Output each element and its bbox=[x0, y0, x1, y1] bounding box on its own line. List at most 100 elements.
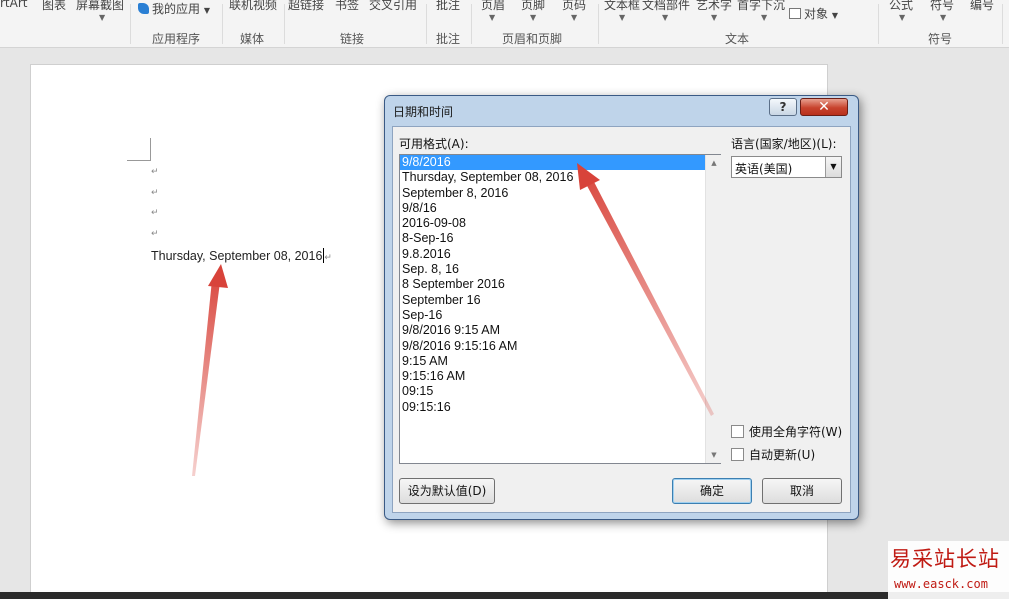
chevron-down-icon: ▼ bbox=[940, 13, 947, 22]
format-list-item[interactable]: 9/8/2016 9:15:16 AM bbox=[400, 339, 705, 354]
chevron-down-icon: ▼ bbox=[662, 13, 669, 22]
set-default-button[interactable]: 设为默认值(D) bbox=[399, 478, 495, 504]
ribbon-object-button[interactable]: 对象 ▼ bbox=[789, 5, 838, 22]
group-label-header-footer: 页眉和页脚 bbox=[502, 32, 563, 46]
inserted-date-text[interactable]: Thursday, September 08, 2016 ↵ bbox=[151, 248, 332, 263]
ribbon-quick-parts-button[interactable]: 文档部件 bbox=[642, 0, 690, 13]
close-button[interactable]: ✕ bbox=[800, 98, 848, 116]
format-list-item[interactable]: 9/8/2016 9:15 AM bbox=[400, 323, 705, 338]
chevron-down-icon: ▼ bbox=[571, 13, 578, 22]
group-separator bbox=[222, 4, 223, 44]
ribbon-page-number-button[interactable]: 页码 bbox=[562, 0, 586, 13]
group-label-apps: 应用程序 bbox=[152, 32, 201, 46]
format-list-item[interactable]: 9:15:16 AM bbox=[400, 369, 705, 384]
ribbon-smartart-button[interactable]: rtArt bbox=[0, 0, 28, 10]
format-list-item[interactable]: 09:15:16 bbox=[400, 400, 705, 415]
group-label-media: 媒体 bbox=[240, 32, 265, 46]
ribbon-header-button[interactable]: 页眉 bbox=[481, 0, 505, 13]
format-list-item[interactable]: Sep-16 bbox=[400, 308, 705, 323]
paragraph-mark: ↵ bbox=[324, 252, 332, 262]
ribbon-my-apps-button[interactable]: 我的应用 ▼ bbox=[138, 0, 210, 17]
close-icon: ✕ bbox=[818, 99, 830, 115]
group-label-comments: 批注 bbox=[436, 32, 461, 46]
fullwidth-label: 使用全角字符(W) bbox=[749, 425, 843, 439]
chevron-down-icon: ▼ bbox=[761, 13, 768, 22]
ribbon: rtArt 图表 屏幕截图 ▼ 我的应用 ▼ 应用程序 联机视频 媒体 超链接 … bbox=[0, 0, 1009, 48]
paragraph-mark: ↵ bbox=[151, 167, 159, 177]
format-list-item[interactable]: 9/8/2016 bbox=[400, 155, 705, 171]
ribbon-my-apps-label: 我的应用 bbox=[152, 2, 201, 16]
dialog-body: 可用格式(A): 9/8/2016 Thursday, September 08,… bbox=[392, 126, 851, 513]
autoupdate-checkbox[interactable] bbox=[731, 448, 744, 461]
margin-crop-mark bbox=[127, 160, 151, 161]
date-time-dialog: 日期和时间 ? ✕ 可用格式(A): 9/8/2016 Thursday, Sep… bbox=[384, 95, 859, 520]
ribbon-hyperlink-button[interactable]: 超链接 bbox=[288, 0, 324, 13]
ribbon-dropcap-button[interactable]: 首字下沉 bbox=[737, 0, 785, 13]
chevron-down-icon: ▼ bbox=[899, 13, 906, 22]
ribbon-footer-button[interactable]: 页脚 bbox=[521, 0, 545, 13]
formats-label: 可用格式(A): bbox=[399, 137, 469, 151]
scroll-up-icon[interactable]: ▲ bbox=[706, 155, 722, 171]
language-select[interactable]: 英语(美国) ▼ bbox=[731, 156, 842, 178]
watermark: 易采站长站 www.easck.com bbox=[888, 541, 1009, 599]
ribbon-comment-button[interactable]: 批注 bbox=[436, 0, 460, 13]
language-value: 英语(美国) bbox=[735, 162, 793, 176]
format-list-item[interactable]: 9:15 AM bbox=[400, 354, 705, 369]
formats-listbox[interactable]: 9/8/2016 Thursday, September 08, 2016 Sept… bbox=[399, 154, 721, 464]
ribbon-bookmark-button[interactable]: 书签 bbox=[335, 0, 359, 13]
ribbon-textbox-button[interactable]: 文本框 bbox=[604, 0, 640, 13]
autoupdate-label: 自动更新(U) bbox=[749, 448, 816, 462]
help-icon: ? bbox=[779, 100, 787, 114]
format-list-item[interactable]: 8 September 2016 bbox=[400, 277, 705, 292]
ribbon-symbol-button[interactable]: 符号 bbox=[930, 0, 954, 13]
ok-button[interactable]: 确定 bbox=[672, 478, 752, 504]
autoupdate-checkbox-row[interactable]: 自动更新(U) bbox=[731, 446, 815, 462]
ribbon-cross-reference-button[interactable]: 交叉引用 bbox=[369, 0, 417, 13]
fullwidth-checkbox-row[interactable]: 使用全角字符(W) bbox=[731, 423, 842, 439]
formats-scrollbar[interactable]: ▲ ▼ bbox=[705, 155, 721, 463]
fullwidth-checkbox[interactable] bbox=[731, 425, 744, 438]
scroll-down-icon[interactable]: ▼ bbox=[706, 447, 722, 463]
group-separator bbox=[1002, 4, 1003, 44]
chevron-down-icon: ▼ bbox=[530, 13, 537, 22]
margin-crop-mark bbox=[150, 138, 151, 160]
chevron-down-icon[interactable]: ▼ bbox=[825, 157, 841, 177]
ribbon-numbering-button[interactable]: 编号 bbox=[970, 0, 994, 13]
chevron-down-icon: ▼ bbox=[203, 6, 210, 15]
chevron-down-icon: ▼ bbox=[489, 13, 496, 22]
formats-items: 9/8/2016 Thursday, September 08, 2016 Sept… bbox=[400, 155, 705, 463]
chevron-down-icon: ▼ bbox=[99, 13, 106, 22]
format-list-item[interactable]: 8-Sep-16 bbox=[400, 231, 705, 246]
ribbon-wordart-button[interactable]: 艺术字 bbox=[696, 0, 732, 13]
chevron-down-icon: ▼ bbox=[711, 13, 718, 22]
dialog-title: 日期和时间 bbox=[393, 105, 454, 119]
ribbon-equation-button[interactable]: 公式 bbox=[889, 0, 913, 13]
watermark-title: 易采站长站 bbox=[890, 547, 1000, 571]
paragraph-mark: ↵ bbox=[151, 188, 159, 198]
status-bar bbox=[0, 592, 1009, 599]
format-list-item[interactable]: 9.8.2016 bbox=[400, 247, 705, 262]
help-button[interactable]: ? bbox=[769, 98, 797, 116]
format-list-item[interactable]: Thursday, September 08, 2016 bbox=[400, 170, 705, 185]
format-list-item[interactable]: 2016-09-08 bbox=[400, 216, 705, 231]
chevron-down-icon: ▼ bbox=[831, 11, 838, 20]
format-list-item[interactable]: 9/8/16 bbox=[400, 201, 705, 216]
inserted-date-value: Thursday, September 08, 2016 bbox=[151, 249, 323, 263]
cancel-button[interactable]: 取消 bbox=[762, 478, 842, 504]
format-list-item[interactable]: 09:15 bbox=[400, 384, 705, 399]
format-list-item[interactable]: September 16 bbox=[400, 293, 705, 308]
ribbon-screenshot-button[interactable]: 屏幕截图 bbox=[76, 0, 124, 13]
group-label-text: 文本 bbox=[725, 32, 750, 46]
format-list-item[interactable]: Sep. 8, 16 bbox=[400, 262, 705, 277]
format-list-item[interactable]: September 8, 2016 bbox=[400, 186, 705, 201]
group-label-symbols: 符号 bbox=[928, 32, 953, 46]
group-separator bbox=[471, 4, 472, 44]
watermark-url: www.easck.com bbox=[894, 577, 988, 591]
ribbon-online-video-button[interactable]: 联机视频 bbox=[229, 0, 277, 13]
ribbon-chart-button[interactable]: 图表 bbox=[42, 0, 66, 13]
group-separator bbox=[426, 4, 427, 44]
group-separator bbox=[284, 4, 285, 44]
group-separator bbox=[598, 4, 599, 44]
store-icon bbox=[138, 3, 149, 14]
paragraph-mark: ↵ bbox=[151, 229, 159, 239]
